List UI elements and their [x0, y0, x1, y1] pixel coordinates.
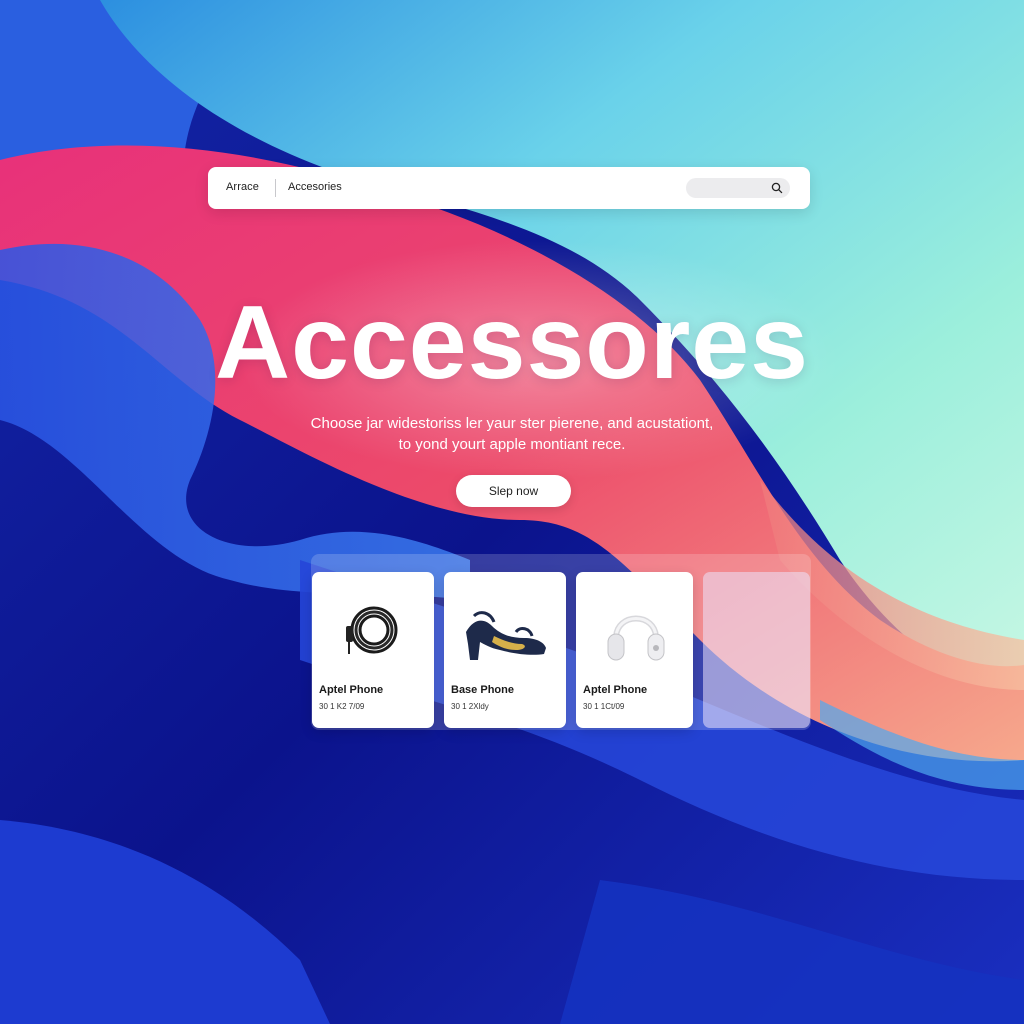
- hero-subtitle-line-2: to yond yourt apple montiant rece.: [398, 436, 626, 453]
- product-meta: 30 1 2Xldy: [451, 702, 489, 711]
- product-card-placeholder: [703, 572, 810, 728]
- search-input[interactable]: [686, 178, 790, 198]
- product-name: Aptel Phone: [583, 684, 648, 696]
- product-card[interactable]: Aptel Phone 30 1 K2 7/09: [312, 572, 434, 728]
- brand-name[interactable]: Arrace: [226, 181, 259, 193]
- nav-divider: [275, 179, 276, 197]
- product-name: Base Phone: [451, 684, 514, 696]
- product-card[interactable]: Aptel Phone 30 1 1Ct/09: [576, 572, 693, 728]
- search-icon[interactable]: [770, 181, 784, 195]
- hero-title: Accessores: [215, 285, 809, 401]
- top-nav-bar: Arrace Accesories: [208, 167, 810, 209]
- sandal-icon: [466, 611, 546, 660]
- product-card[interactable]: Base Phone 30 1 2Xldy: [444, 572, 566, 728]
- wave-background: [0, 0, 1024, 1024]
- shop-now-button[interactable]: Slep now: [456, 475, 571, 507]
- product-meta: 30 1 1Ct/09: [583, 702, 625, 711]
- product-meta: 30 1 K2 7/09: [319, 702, 365, 711]
- product-name: Aptel Phone: [319, 684, 384, 696]
- cable-coil-icon: [346, 606, 398, 654]
- headphones-icon: [607, 615, 665, 661]
- hero-subtitle-line-1: Choose jar widestoriss ler yaur ster pie…: [310, 415, 714, 432]
- nav-link-accessories[interactable]: Accesories: [288, 181, 342, 193]
